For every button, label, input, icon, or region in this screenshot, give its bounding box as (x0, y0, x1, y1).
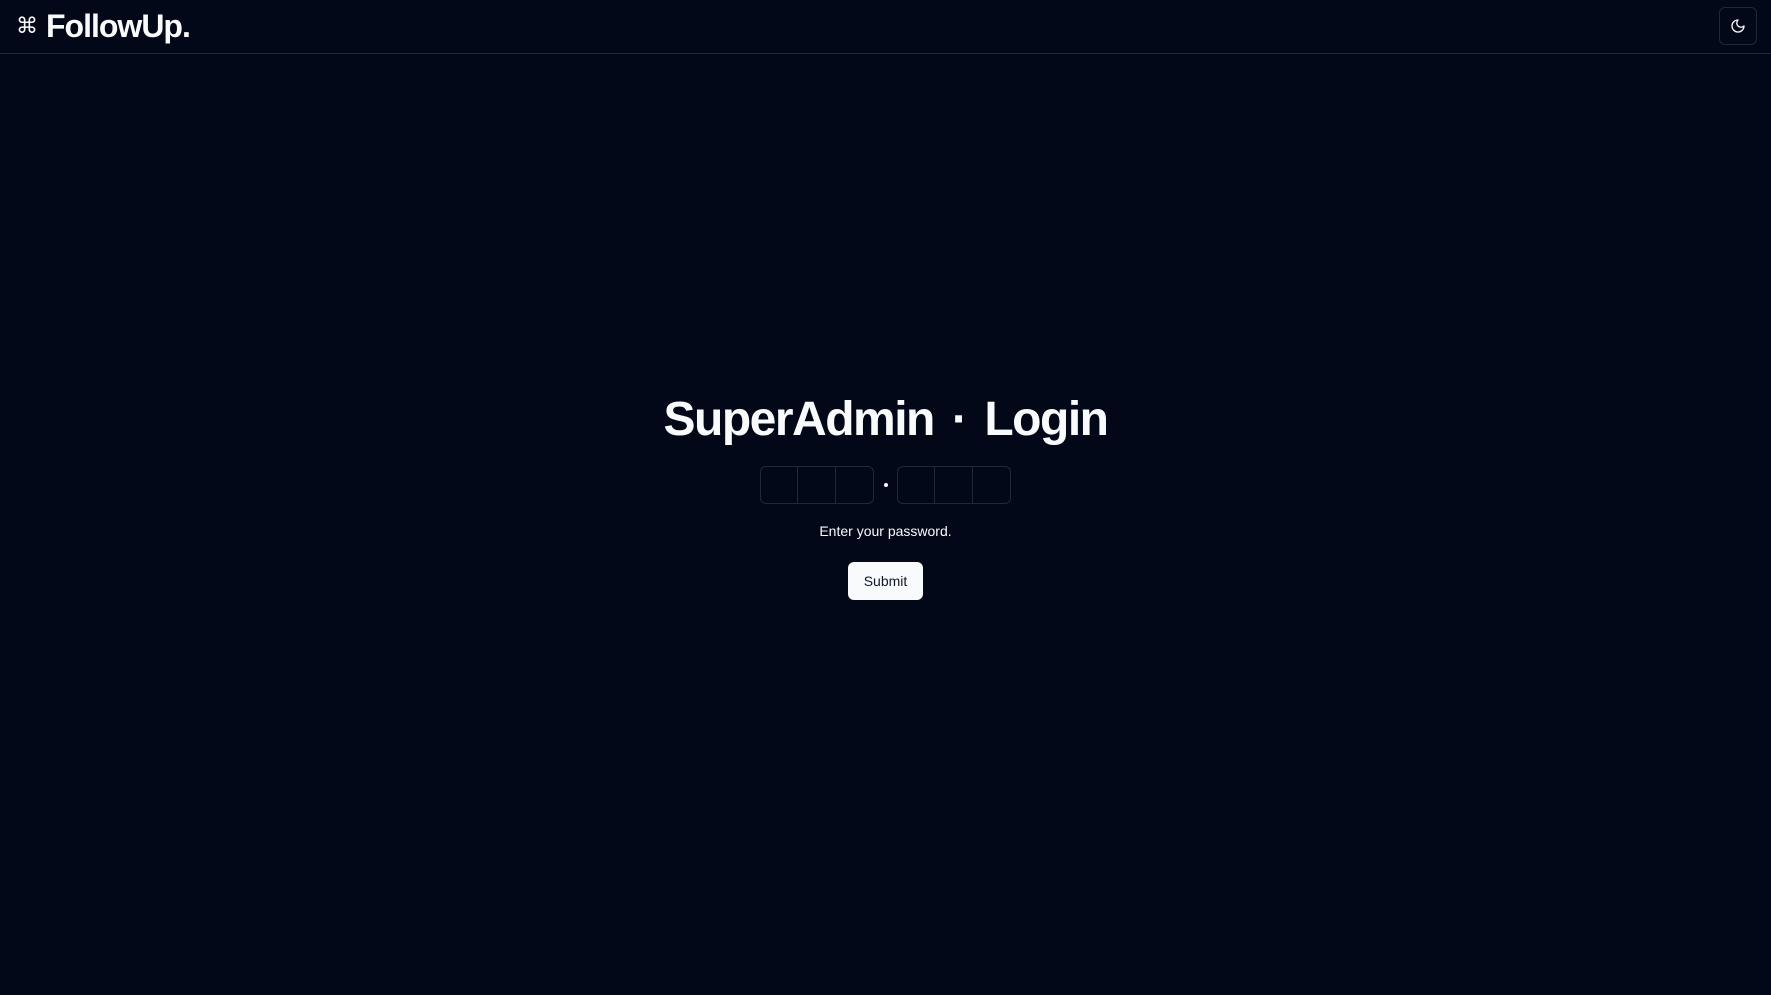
otp-slot-4[interactable] (897, 466, 935, 504)
otp-slot-2[interactable] (798, 466, 836, 504)
password-otp-input[interactable] (760, 466, 1011, 504)
title-login: Login (984, 393, 1109, 446)
password-hint: Enter your password. (819, 523, 952, 539)
otp-slot-1[interactable] (760, 466, 798, 504)
page: ⌘ FollowUp. SuperAdmin · Login Enter you… (0, 0, 1771, 995)
title-separator: · (951, 393, 968, 446)
otp-group-2 (897, 466, 1011, 504)
otp-separator-dot (883, 483, 888, 487)
otp-slot-3[interactable] (836, 466, 874, 504)
submit-button[interactable]: Submit (848, 562, 923, 600)
otp-group-1 (760, 466, 874, 504)
title-superadmin: SuperAdmin (663, 393, 936, 446)
main-content: SuperAdmin · Login Enter your password. Su… (0, 0, 1771, 995)
page-title: SuperAdmin · Login (0, 390, 1771, 450)
otp-slot-5[interactable] (935, 466, 973, 504)
otp-slot-6[interactable] (973, 466, 1011, 504)
otp-separator (874, 483, 897, 487)
